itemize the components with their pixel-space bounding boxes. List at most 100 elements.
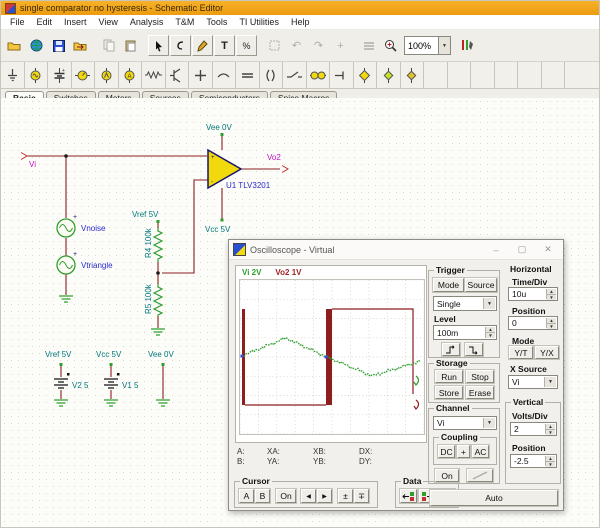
node-component-button[interactable] [189, 62, 213, 88]
macro-tool-button[interactable]: % [236, 35, 257, 56]
generator-component-button[interactable] [95, 62, 119, 88]
menu-analysis[interactable]: Analysis [124, 17, 170, 27]
trigger-mode-dropdown[interactable]: Single ▼ [433, 296, 497, 311]
arc-component-button[interactable] [213, 62, 237, 88]
battery-v2[interactable]: V2 5 [54, 373, 89, 390]
voltage-source-component-button[interactable] [25, 62, 49, 88]
battery-v1[interactable]: V1 5 [104, 373, 139, 390]
menu-help[interactable]: Help [285, 17, 316, 27]
channel-dropdown-arrow-icon[interactable]: ▼ [483, 418, 495, 428]
paste-button[interactable] [120, 35, 141, 56]
vertical-position-spinner[interactable]: -2.5 ▲▼ [510, 454, 557, 468]
vnoise-source[interactable]: + Vnoise [57, 214, 106, 237]
x-source-dropdown-arrow-icon[interactable]: ▼ [544, 377, 556, 387]
resistor-r5[interactable]: R5 100k [144, 283, 162, 316]
cursor-dot[interactable] [325, 356, 328, 359]
import-folder-button[interactable] [70, 35, 91, 56]
spin-down-icon[interactable]: ▼ [547, 295, 556, 300]
cursor-up-down-button[interactable]: ± [338, 489, 353, 503]
transistor-component-button[interactable] [166, 62, 190, 88]
time-div-spinner[interactable]: 10u ▲▼ [508, 287, 558, 301]
channel-slope-button[interactable] [467, 469, 493, 482]
trigger-mode-button[interactable]: Mode [433, 278, 464, 292]
coupling-ac-button[interactable]: AC [472, 445, 489, 458]
coupling-zero-button[interactable]: + [457, 445, 470, 458]
scope-titlebar[interactable]: Oscilloscope - Virtual – ▢ ✕ [229, 240, 563, 260]
vo2-port[interactable]: Vo2 [267, 153, 288, 173]
zoom-dropdown-arrow-icon[interactable]: ▼ [438, 37, 450, 54]
save-button[interactable] [48, 35, 69, 56]
mode-yx-button[interactable]: Y/X [535, 346, 559, 359]
draw-tool-button[interactable] [192, 35, 213, 56]
grid-list-button[interactable] [358, 35, 379, 56]
menu-insert[interactable]: Insert [58, 17, 93, 27]
web-button[interactable] [26, 35, 47, 56]
probe-component-button[interactable] [330, 62, 354, 88]
capacitor-component-button[interactable] [236, 62, 260, 88]
move-button[interactable]: + [330, 35, 351, 56]
cursor-dot[interactable] [241, 355, 244, 358]
select-tool-button[interactable] [148, 35, 169, 56]
ammeter-component-button[interactable]: A [119, 62, 143, 88]
storage-erase-button[interactable]: Erase [466, 386, 494, 399]
mode-yt-button[interactable]: Y/T [509, 346, 533, 359]
storage-stop-button[interactable]: Stop [466, 370, 494, 383]
opamp-u1[interactable]: + - U1 TLV3201 [208, 150, 271, 190]
scope-plot-area[interactable] [239, 279, 425, 435]
channel-on-button[interactable]: On [435, 469, 459, 482]
optocoupler-component-button[interactable] [307, 62, 331, 88]
spin-down-icon[interactable]: ▼ [547, 324, 556, 329]
storage-run-button[interactable]: Run [435, 370, 463, 383]
diode-component-button[interactable] [377, 62, 401, 88]
channel-dropdown[interactable]: Vi ▼ [433, 416, 497, 430]
close-button[interactable]: ✕ [537, 242, 559, 258]
zoom-level-combo[interactable]: 100% ▼ [404, 36, 451, 55]
switch-component-button[interactable] [283, 62, 307, 88]
auto-button[interactable]: Auto [430, 490, 558, 506]
voltmeter-component-button[interactable] [72, 62, 96, 88]
data-import-button[interactable] [400, 489, 417, 503]
app-titlebar[interactable]: single comparator no hysteresis - Schema… [1, 1, 599, 15]
menu-file[interactable]: File [4, 17, 31, 27]
volts-div-spin-buttons[interactable]: ▲▼ [545, 424, 555, 434]
wire-tool-button[interactable] [170, 35, 191, 56]
trigger-falling-edge-button[interactable] [465, 343, 483, 356]
menu-edit[interactable]: Edit [31, 17, 59, 27]
transformer-component-button[interactable] [260, 62, 284, 88]
cursor-down-up-button[interactable]: ∓ [354, 489, 369, 503]
trigger-rising-edge-button[interactable] [442, 343, 460, 356]
resistor-component-button[interactable] [142, 62, 166, 88]
menu-ti-utilities[interactable]: TI Utilities [233, 17, 285, 27]
redo-button[interactable]: ↷ [308, 35, 329, 56]
spin-down-icon[interactable]: ▼ [486, 333, 495, 338]
open-file-button[interactable] [4, 35, 25, 56]
vtriangle-source[interactable]: + Vtriangle [57, 251, 113, 274]
interactive-mode-button[interactable] [456, 35, 477, 56]
cursor-left-button[interactable]: ◀ [301, 489, 316, 503]
menu-view[interactable]: View [93, 17, 124, 27]
cut-button[interactable] [264, 35, 285, 56]
undo-button[interactable]: ↶ [286, 35, 307, 56]
led-component-button[interactable] [354, 62, 378, 88]
menu-tm[interactable]: T&M [169, 17, 200, 27]
cursor-markers[interactable] [241, 355, 328, 359]
trigger-level-spinner[interactable]: 100m ▲▼ [433, 325, 497, 340]
ground-component-button[interactable] [1, 62, 25, 88]
copy-button[interactable] [98, 35, 119, 56]
text-tool-button[interactable]: T [214, 35, 235, 56]
cursor-on-button[interactable]: On [276, 489, 296, 503]
time-div-spin-buttons[interactable]: ▲▼ [546, 289, 556, 299]
horizontal-position-spin-buttons[interactable]: ▲▼ [546, 318, 556, 328]
maximize-button[interactable]: ▢ [511, 242, 533, 258]
vertical-position-spin-buttons[interactable]: ▲▼ [545, 456, 555, 466]
trigger-source-button[interactable]: Source [465, 278, 497, 292]
resistor-r4[interactable]: R4 100k [144, 227, 162, 262]
volts-div-spinner[interactable]: 2 ▲▼ [510, 422, 557, 436]
horizontal-position-spinner[interactable]: 0 ▲▼ [508, 316, 558, 330]
cursor-b-button[interactable]: B [255, 489, 270, 503]
vi-port[interactable]: Vi [21, 153, 36, 170]
minimize-button[interactable]: – [485, 242, 507, 258]
cursor-a-button[interactable]: A [239, 489, 254, 503]
spin-down-icon[interactable]: ▼ [546, 430, 555, 435]
coupling-dc-button[interactable]: DC [438, 445, 455, 458]
